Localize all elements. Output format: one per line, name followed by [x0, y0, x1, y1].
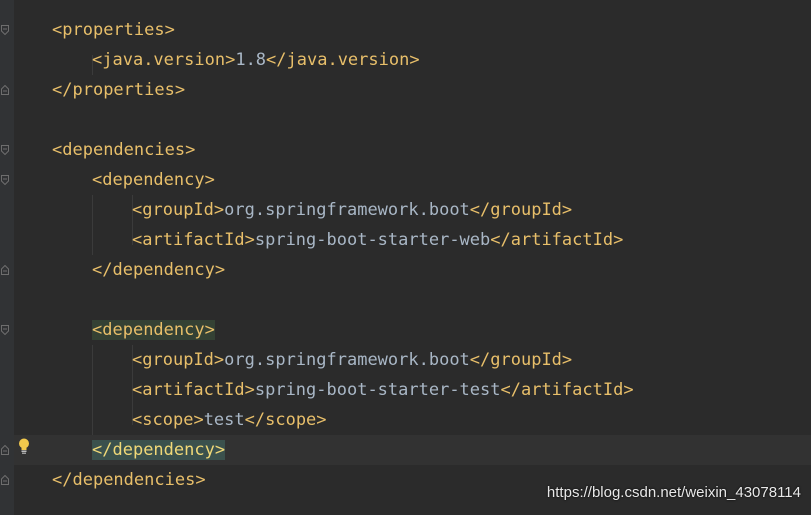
tag-name: properties: [72, 80, 175, 100]
tag-value: test: [203, 410, 245, 430]
tag-bracket: >: [213, 200, 225, 220]
close-tag: </groupId>: [469, 200, 573, 220]
close-tag: </artifactId>: [500, 380, 634, 400]
tag-bracket: >: [174, 80, 186, 100]
code-line[interactable]: <properties>: [52, 15, 175, 45]
open-tag: <dependency>: [92, 320, 215, 340]
tag-bracket: </: [52, 470, 73, 490]
tag-value: spring-boot-starter-test: [254, 380, 501, 400]
tag-bracket: >: [185, 140, 196, 160]
open-tag: </dependency>: [92, 260, 225, 280]
tag-name: dependencies: [62, 140, 186, 160]
tag-bracket: >: [244, 230, 255, 250]
code-line[interactable]: <dependency>: [92, 165, 215, 195]
open-tag: <artifactId>: [132, 230, 255, 250]
tag-name: scope: [142, 410, 194, 430]
tag-bracket: <: [52, 20, 63, 40]
tag-name: groupId: [142, 350, 214, 370]
open-tag: <dependencies>: [52, 140, 195, 160]
code-line[interactable]: <groupId>org.springframework.boot</group…: [132, 345, 572, 375]
tag-bracket: >: [204, 320, 215, 340]
tag-bracket: >: [244, 380, 255, 400]
tag-name: artifactId: [142, 380, 245, 400]
tag-value: org.springframework.boot: [224, 350, 470, 370]
indent-guide: [92, 195, 93, 255]
open-tag: </dependency>: [92, 440, 226, 460]
tag-value: 1.8: [235, 50, 267, 70]
tag-name: java.version: [102, 50, 226, 70]
open-tag: <scope>: [132, 410, 204, 430]
tag-bracket: >: [214, 260, 226, 280]
code-line[interactable]: <artifactId>spring-boot-starter-test</ar…: [132, 375, 634, 405]
tag-name: dependency: [112, 260, 215, 280]
tag-bracket: <: [132, 230, 143, 250]
tag-value: org.springframework.boot: [224, 200, 470, 220]
fold-marker-icon[interactable]: [1, 265, 9, 275]
lightbulb-icon[interactable]: [17, 437, 31, 455]
indent-guide: [92, 345, 93, 435]
tag-name: dependency: [102, 320, 205, 340]
fold-marker-icon[interactable]: [1, 325, 9, 335]
code-line[interactable]: <java.version>1.8</java.version>: [92, 45, 420, 75]
code-line[interactable]: <scope>test</scope>: [132, 405, 327, 435]
tag-bracket: >: [193, 410, 204, 430]
open-tag: <properties>: [52, 20, 175, 40]
open-tag: </dependencies>: [52, 470, 206, 490]
code-line[interactable]: </properties>: [52, 75, 185, 105]
fold-marker-icon[interactable]: [1, 25, 9, 35]
tag-bracket: </: [92, 260, 113, 280]
tag-bracket: <: [132, 200, 143, 220]
tag-name: dependency: [102, 170, 205, 190]
tag-bracket: >: [214, 440, 226, 460]
code-line[interactable]: <groupId>org.springframework.boot</group…: [132, 195, 572, 225]
code-line[interactable]: <dependency>: [92, 315, 215, 345]
fold-marker-icon[interactable]: [1, 85, 9, 95]
open-tag: <artifactId>: [132, 380, 255, 400]
tag-value: spring-boot-starter-web: [254, 230, 491, 250]
tag-bracket: >: [164, 20, 175, 40]
tag-bracket: <: [132, 350, 143, 370]
open-tag: <groupId>: [132, 350, 224, 370]
code-line[interactable]: </dependency>: [92, 435, 226, 465]
tag-bracket: <: [132, 410, 143, 430]
tag-name: artifactId: [142, 230, 245, 250]
tag-bracket: </: [52, 80, 73, 100]
tag-bracket: <: [52, 140, 63, 160]
code-line[interactable]: <dependencies>: [52, 135, 195, 165]
tag-bracket: <: [92, 320, 103, 340]
open-tag: </properties>: [52, 80, 185, 100]
code-line[interactable]: </dependencies>: [52, 465, 206, 495]
tag-bracket: >: [204, 170, 215, 190]
tag-bracket: >: [195, 470, 206, 490]
tag-name: groupId: [142, 200, 214, 220]
fold-marker-icon[interactable]: [1, 475, 9, 485]
code-editor[interactable]: <properties> <java.version>1.8</java.vers…: [0, 0, 811, 515]
code-line[interactable]: </dependency>: [92, 255, 225, 285]
close-tag: </groupId>: [469, 350, 573, 370]
open-tag: <java.version>: [92, 50, 235, 70]
close-tag: </artifactId>: [490, 230, 624, 250]
open-tag: <groupId>: [132, 200, 224, 220]
editor-gutter[interactable]: [0, 0, 14, 515]
tag-bracket: </: [92, 440, 113, 460]
tag-name: dependency: [112, 440, 215, 460]
fold-marker-icon[interactable]: [1, 445, 9, 455]
tag-bracket: <: [92, 50, 103, 70]
tag-bracket: <: [132, 380, 143, 400]
close-tag: </java.version>: [266, 50, 420, 70]
tag-name: properties: [62, 20, 165, 40]
tag-name: dependencies: [72, 470, 196, 490]
tag-bracket: >: [225, 50, 236, 70]
fold-marker-icon[interactable]: [1, 145, 9, 155]
watermark-url: https://blog.csdn.net/weixin_43078114: [546, 484, 801, 501]
open-tag: <dependency>: [92, 170, 215, 190]
close-tag: </scope>: [244, 410, 327, 430]
fold-marker-icon[interactable]: [1, 175, 9, 185]
tag-bracket: >: [213, 350, 225, 370]
code-line[interactable]: <artifactId>spring-boot-starter-web</art…: [132, 225, 623, 255]
tag-bracket: <: [92, 170, 103, 190]
